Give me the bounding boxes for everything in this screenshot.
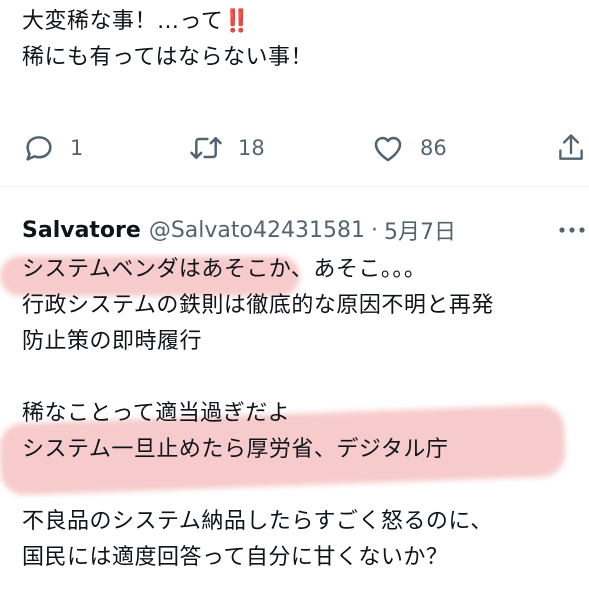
like-button[interactable]: 86 (370, 128, 447, 168)
previous-tweet-line: 大変稀な事！…って (22, 9, 224, 34)
reply-line: 国民には適度回答って自分に甘くないか？ (22, 545, 449, 570)
reply-line (22, 360, 494, 396)
previous-tweet-line: 稀にも有ってはならない事！ (22, 45, 313, 70)
previous-tweet-text: 大変稀な事！…って‼️ 稀にも有ってはならない事！ (22, 4, 313, 76)
tweet-action-bar: 1 18 86 (0, 128, 589, 168)
reply-line: 防止策の即時履行 (22, 329, 203, 354)
reply-line: システムベンダはあそこか、あそこ。。。 (22, 257, 427, 282)
double-exclamation-icon: ‼️ (223, 9, 252, 34)
user-handle[interactable]: @Salvato42431581 (149, 218, 365, 243)
tweet-thread: 大変稀な事！…って‼️ 稀にも有ってはならない事！ 1 18 86 Salvat… (0, 0, 589, 609)
tweet-date[interactable]: 5月7日 (384, 214, 456, 246)
separator-dot: · (370, 217, 378, 243)
like-count: 86 (420, 136, 447, 160)
retweet-count: 18 (238, 136, 265, 160)
reply-button[interactable]: 1 (22, 128, 83, 168)
tweet-divider (0, 186, 589, 187)
reply-tweet-text: システムベンダはあそこか、あそこ。。。 行政システムの鉄則は徹底的な原因不明と再… (22, 252, 494, 576)
reply-count: 1 (70, 136, 84, 160)
reply-line: システム一旦止めたら厚労省、デジタル庁 (22, 437, 449, 462)
more-dots-icon[interactable] (555, 222, 589, 238)
reply-line (22, 468, 494, 504)
heart-icon (370, 131, 406, 165)
retweet-button[interactable]: 18 (188, 128, 265, 168)
display-name[interactable]: Salvatore (22, 218, 141, 243)
share-icon (556, 131, 586, 165)
reply-line: 稀なことって適当過ぎだよ (22, 401, 291, 426)
reply-header: Salvatore @Salvato42431581 · 5月7日 (22, 210, 456, 250)
reply-icon (22, 131, 56, 165)
reply-line: 不良品のシステム納品したらすごく怒るのに、 (22, 509, 493, 534)
share-button[interactable] (556, 128, 586, 168)
retweet-icon (188, 131, 224, 165)
reply-line: 行政システムの鉄則は徹底的な原因不明と再発 (22, 293, 494, 318)
